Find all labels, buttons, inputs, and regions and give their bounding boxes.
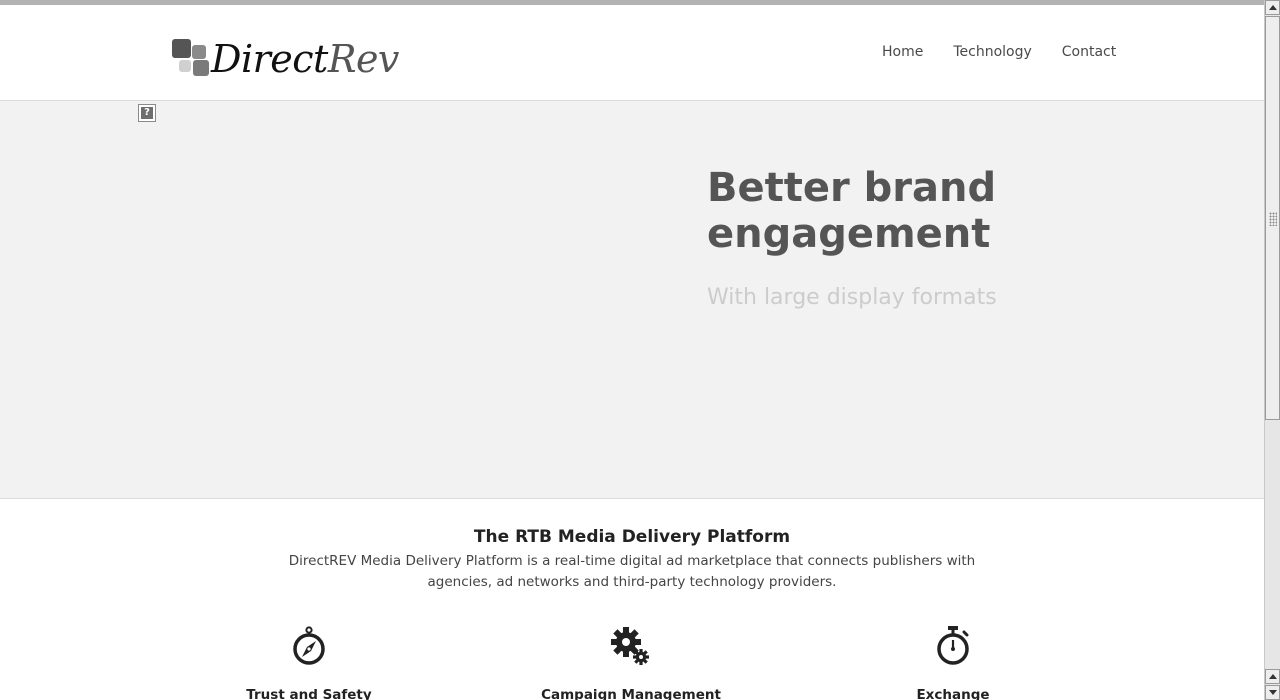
grip-icon bbox=[1269, 212, 1277, 226]
nav-home-link[interactable]: Home bbox=[867, 43, 938, 61]
arrow-down-icon bbox=[1269, 690, 1277, 695]
scroll-up-button[interactable] bbox=[1265, 0, 1280, 15]
vertical-scrollbar[interactable] bbox=[1264, 0, 1280, 700]
scroll-up-button-lower[interactable] bbox=[1265, 669, 1280, 684]
arrow-up-icon bbox=[1269, 674, 1277, 679]
hero-subtitle: With large display formats bbox=[707, 285, 997, 310]
gears-icon bbox=[611, 627, 649, 665]
feature-campaign-management[interactable]: Campaign Management bbox=[511, 626, 751, 700]
hero-title: Better brand engagement bbox=[707, 165, 997, 257]
feature-exchange[interactable]: Exchange bbox=[833, 626, 1073, 700]
arrow-up-icon bbox=[1269, 5, 1277, 10]
scroll-down-button[interactable] bbox=[1265, 685, 1280, 700]
intro-title: The RTB Media Delivery Platform bbox=[473, 527, 791, 547]
feature-trust-and-safety[interactable]: Trust and Safety bbox=[189, 626, 429, 700]
logo-wordmark: DirectRev bbox=[211, 37, 399, 81]
stopwatch-icon bbox=[937, 626, 969, 665]
logo[interactable]: DirectRev bbox=[171, 37, 399, 83]
feature-label: Trust and Safety bbox=[246, 687, 372, 700]
intro-body: DirectREV Media Delivery Platform is a r… bbox=[288, 553, 976, 590]
scroll-thumb[interactable] bbox=[1265, 16, 1280, 420]
feature-label: Campaign Management bbox=[541, 687, 721, 700]
site-header: DirectRev Home Technology Contact bbox=[0, 5, 1264, 101]
compass-icon bbox=[293, 626, 325, 665]
nav-technology-link[interactable]: Technology bbox=[938, 43, 1046, 61]
page-viewport: DirectRev Home Technology Contact ? Bett… bbox=[0, 0, 1264, 700]
main-nav: Home Technology Contact bbox=[867, 43, 1131, 61]
nav-contact-link[interactable]: Contact bbox=[1047, 43, 1131, 61]
logo-squares-icon bbox=[171, 39, 211, 79]
hero-banner: ? Better brand engagement With large dis… bbox=[0, 101, 1264, 499]
broken-image-icon: ? bbox=[138, 104, 156, 122]
feature-label: Exchange bbox=[916, 687, 990, 700]
